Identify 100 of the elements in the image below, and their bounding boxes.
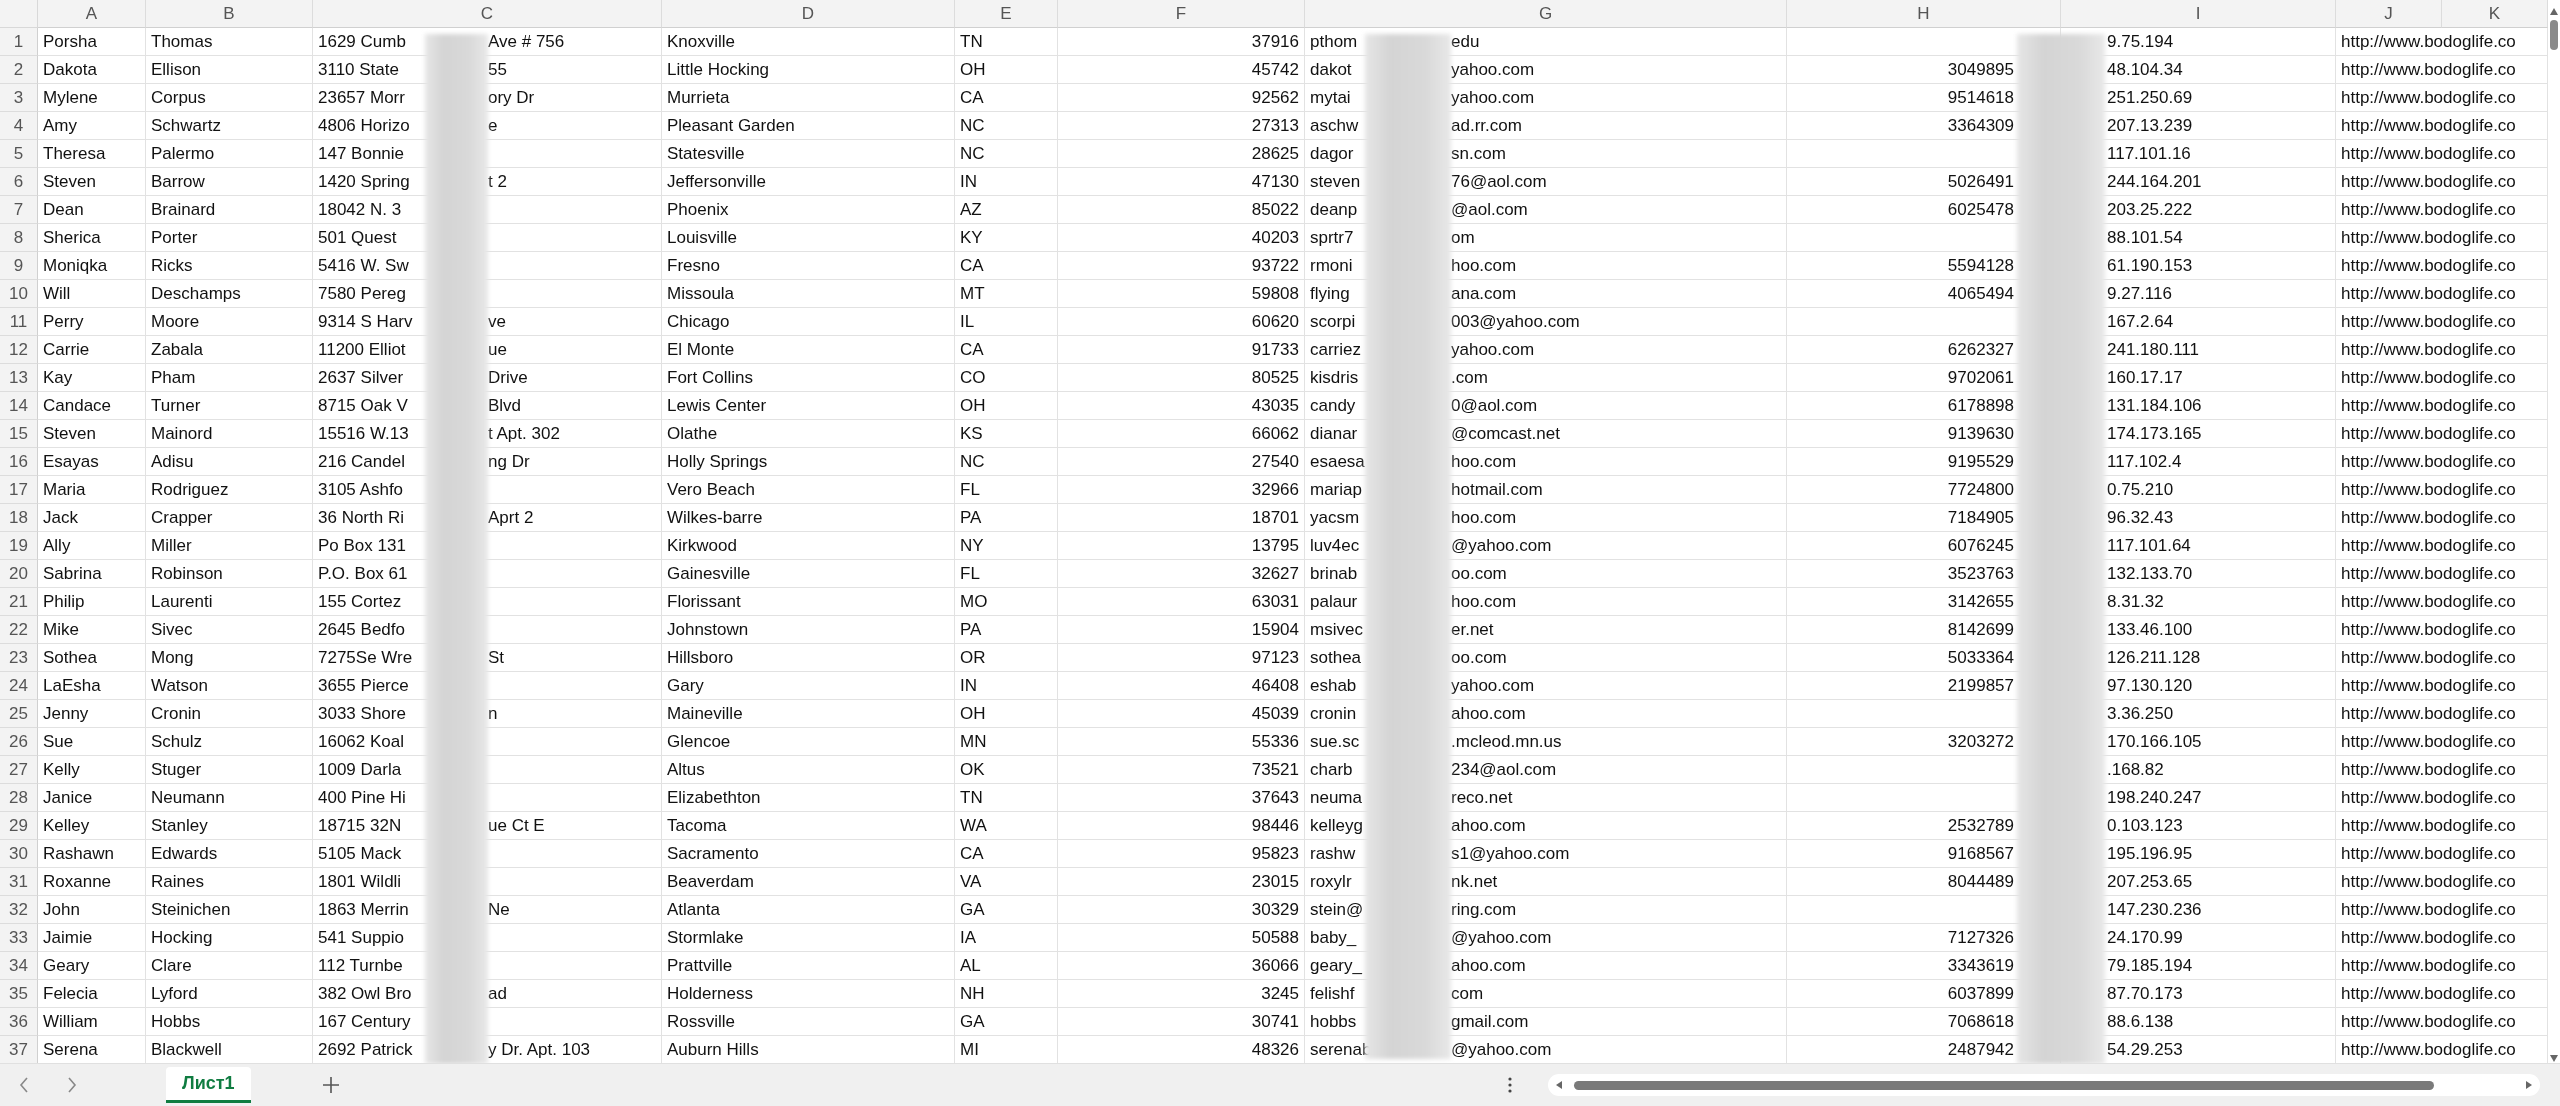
row-number[interactable]: 25 — [0, 700, 38, 728]
table-cell: MO — [955, 588, 1058, 616]
table-cell-text: mariap — [1310, 479, 1363, 500]
row-number[interactable]: 8 — [0, 224, 38, 252]
table-cell-text: neuma — [1310, 787, 1363, 808]
row-number[interactable]: 19 — [0, 532, 38, 560]
table-cell: Murrieta — [662, 84, 955, 112]
table-cell-text: 1801 Wildli — [318, 871, 403, 892]
table-cell: William — [38, 1008, 146, 1036]
table-cell: WA — [955, 812, 1058, 840]
table-cell: CO — [955, 364, 1058, 392]
table-cell-text: edu — [1451, 31, 1481, 52]
row-number[interactable]: 33 — [0, 924, 38, 952]
row-number[interactable]: 5 — [0, 140, 38, 168]
table-cell: Louisville — [662, 224, 955, 252]
table-cell-text: Po Box 131 — [318, 535, 407, 556]
table-cell: 23015 — [1058, 868, 1305, 896]
table-cell: Wilkes-barre — [662, 504, 955, 532]
column-header[interactable]: H — [1787, 0, 2061, 28]
table-cell: OH — [955, 392, 1058, 420]
row-number[interactable]: 18 — [0, 504, 38, 532]
row-number[interactable]: 12 — [0, 336, 38, 364]
table-cell-text: sn.com — [1451, 143, 1507, 164]
row-number[interactable]: 34 — [0, 952, 38, 980]
table-cell: Moore — [146, 308, 313, 336]
table-cell: TN — [955, 784, 1058, 812]
row-number[interactable]: 11 — [0, 308, 38, 336]
sheet-tab[interactable]: Лист1 — [166, 1067, 251, 1103]
column-header[interactable]: G — [1305, 0, 1787, 28]
row-number[interactable]: 26 — [0, 728, 38, 756]
table-cell-text: @yahoo.com — [1451, 927, 1553, 948]
row-number[interactable]: 10 — [0, 280, 38, 308]
row-number[interactable]: 9 — [0, 252, 38, 280]
table-cell: Olathe — [662, 420, 955, 448]
table-cell: Corpus — [146, 84, 313, 112]
row-number[interactable]: 27 — [0, 756, 38, 784]
table-cell: Vero Beach — [662, 476, 955, 504]
row-number[interactable]: 32 — [0, 896, 38, 924]
table-cell-text: 18042 N. 3 — [318, 199, 403, 220]
scroll-right-icon[interactable] — [2524, 1080, 2534, 1090]
row-number[interactable]: 15 — [0, 420, 38, 448]
table-cell: 3245 — [1058, 980, 1305, 1008]
table-cell-text: 3105 Ashfo — [318, 479, 405, 500]
row-number[interactable]: 24 — [0, 672, 38, 700]
scroll-up-icon[interactable] — [2549, 6, 2559, 16]
row-number[interactable]: 37 — [0, 1036, 38, 1063]
column-header[interactable]: J — [2336, 0, 2442, 28]
table-cell: Ellison — [146, 56, 313, 84]
scroll-left-icon[interactable] — [1554, 1080, 1564, 1090]
row-number[interactable]: 13 — [0, 364, 38, 392]
scrollbar-thumb[interactable] — [1574, 1080, 2434, 1090]
row-number[interactable]: 1 — [0, 28, 38, 56]
column-header[interactable]: E — [955, 0, 1058, 28]
table-cell-text: oo.com — [1451, 563, 1508, 584]
column-header[interactable]: D — [662, 0, 955, 28]
table-cell-text: 55 — [488, 59, 508, 80]
row-number[interactable]: 22 — [0, 616, 38, 644]
row-number[interactable]: 20 — [0, 560, 38, 588]
row-number[interactable]: 23 — [0, 644, 38, 672]
table-cell-text: reco.net — [1451, 787, 1514, 808]
row-number[interactable]: 21 — [0, 588, 38, 616]
row-number[interactable]: 17 — [0, 476, 38, 504]
row-number[interactable]: 36 — [0, 1008, 38, 1036]
table-cell-text: kisdris — [1310, 367, 1360, 388]
table-cell-text: ve — [488, 311, 507, 332]
table-cell: Janice — [38, 784, 146, 812]
table-cell: FL — [955, 476, 1058, 504]
table-cell: Atlanta — [662, 896, 955, 924]
row-number[interactable]: 7 — [0, 196, 38, 224]
row-number[interactable]: 30 — [0, 840, 38, 868]
scrollbar-thumb[interactable] — [2550, 20, 2558, 50]
table-cell: 32627 — [1058, 560, 1305, 588]
row-number[interactable]: 28 — [0, 784, 38, 812]
table-cell: Jack — [38, 504, 146, 532]
table-cell: Rossville — [662, 1008, 955, 1036]
row-number[interactable]: 31 — [0, 868, 38, 896]
table-cell: CA — [955, 252, 1058, 280]
column-header[interactable]: A — [38, 0, 146, 28]
table-cell-text: .mcleod.mn.us — [1451, 731, 1563, 752]
row-number[interactable]: 4 — [0, 112, 38, 140]
table-cell-text: ana.com — [1451, 283, 1518, 304]
row-number[interactable]: 2 — [0, 56, 38, 84]
row-number[interactable]: 29 — [0, 812, 38, 840]
column-header[interactable]: I — [2061, 0, 2336, 28]
row-number[interactable]: 16 — [0, 448, 38, 476]
row-number[interactable]: 35 — [0, 980, 38, 1008]
table-cell-text: 1420 Spring — [318, 171, 411, 192]
horizontal-scrollbar[interactable] — [1548, 1074, 2540, 1096]
table-cell-text: .com — [1451, 367, 1489, 388]
column-header[interactable]: B — [146, 0, 313, 28]
row-number[interactable]: 14 — [0, 392, 38, 420]
table-cell: Crapper — [146, 504, 313, 532]
column-header[interactable]: C — [313, 0, 662, 28]
table-cell: Chicago — [662, 308, 955, 336]
column-header[interactable]: F — [1058, 0, 1305, 28]
table-cell: CA — [955, 84, 1058, 112]
column-header[interactable]: K — [2442, 0, 2548, 28]
row-number[interactable]: 3 — [0, 84, 38, 112]
table-cell-text: dianar — [1310, 423, 1359, 444]
row-number[interactable]: 6 — [0, 168, 38, 196]
